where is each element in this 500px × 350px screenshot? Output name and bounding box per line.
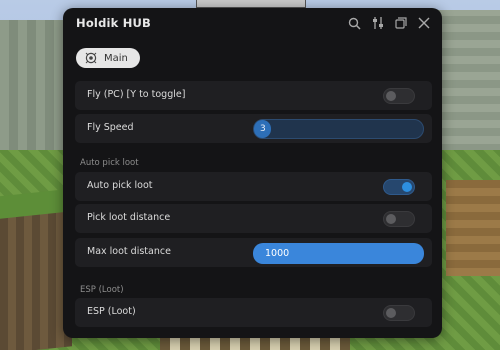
auto-pick-row: Auto pick loot xyxy=(75,172,432,201)
auto-pick-label: Auto pick loot xyxy=(87,180,153,191)
max-distance-input-box[interactable] xyxy=(253,243,424,264)
search-icon[interactable] xyxy=(346,15,362,31)
section-esp-loot: ESP (Loot) xyxy=(80,285,124,295)
esp-row: ESP (Loot) xyxy=(75,298,432,327)
fly-label: Fly (PC) [Y to toggle] xyxy=(87,89,186,100)
dirt-block xyxy=(0,211,72,350)
max-distance-label: Max loot distance xyxy=(87,246,171,257)
tab-main-label: Main xyxy=(104,52,128,64)
fly-speed-label: Fly Speed xyxy=(87,122,134,133)
window-title: Holdik HUB xyxy=(76,16,152,30)
max-distance-row: Max loot distance xyxy=(75,238,432,267)
minimize-icon[interactable] xyxy=(393,15,409,31)
stone-block-left xyxy=(0,20,70,170)
main-tab-icon xyxy=(85,52,97,64)
close-icon[interactable] xyxy=(416,15,432,31)
fly-speed-row: Fly Speed 3 xyxy=(75,114,432,143)
toggle-knob xyxy=(386,214,396,224)
title-bar[interactable]: Holdik HUB xyxy=(63,8,442,38)
pick-distance-toggle[interactable] xyxy=(383,211,415,227)
hub-window: Holdik HUB Main Fly (PC) [Y to toggle] F… xyxy=(63,8,442,338)
max-distance-input[interactable] xyxy=(265,246,405,260)
fly-speed-value: 3 xyxy=(260,124,266,134)
section-auto-pick-loot: Auto pick loot xyxy=(80,158,139,168)
toggle-knob xyxy=(402,182,412,192)
toggle-knob xyxy=(386,91,396,101)
settings-sliders-icon[interactable] xyxy=(370,15,386,31)
wood-block xyxy=(446,180,500,276)
auto-pick-toggle[interactable] xyxy=(383,179,415,195)
toggle-knob xyxy=(386,308,396,318)
hotbar-bottom xyxy=(160,338,350,350)
pick-distance-label: Pick loot distance xyxy=(87,212,171,223)
fly-row: Fly (PC) [Y to toggle] xyxy=(75,81,432,110)
esp-label: ESP (Loot) xyxy=(87,306,136,317)
fly-toggle[interactable] xyxy=(383,88,415,104)
fly-speed-slider[interactable]: 3 xyxy=(253,119,424,139)
tab-main[interactable]: Main xyxy=(76,48,140,68)
pick-distance-row: Pick loot distance xyxy=(75,204,432,233)
hotbar-top xyxy=(196,0,306,8)
esp-toggle[interactable] xyxy=(383,305,415,321)
